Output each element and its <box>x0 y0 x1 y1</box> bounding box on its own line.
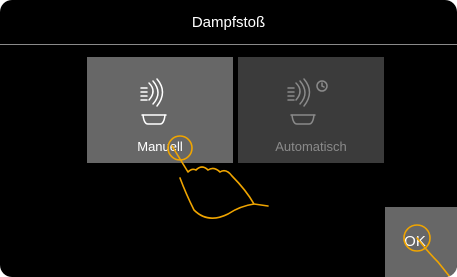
option-automatic-label: Automatisch <box>275 139 347 154</box>
title-divider <box>0 44 457 45</box>
option-manual-button[interactable]: Manuell <box>87 57 233 163</box>
ok-label: OK <box>404 233 426 250</box>
ok-button[interactable]: OK <box>385 207 457 277</box>
option-manual-label: Manuell <box>137 139 183 154</box>
oven-display-screen: Dampfstoß Manuell Automatisch OK <box>0 0 457 277</box>
screen-title: Dampfstoß <box>191 14 266 31</box>
option-automatic-button[interactable]: Automatisch <box>238 57 384 163</box>
